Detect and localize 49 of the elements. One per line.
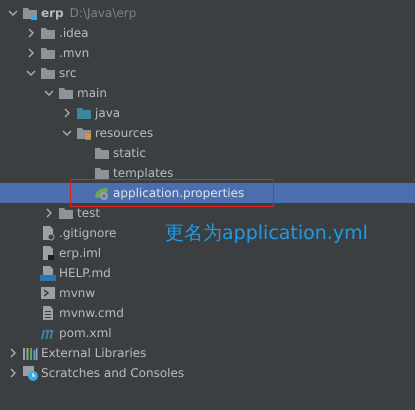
chevron-right-icon[interactable] xyxy=(26,28,36,38)
item-name[interactable]: pom.xml xyxy=(59,326,112,340)
chevron-right-icon[interactable] xyxy=(26,48,36,58)
libraries-icon xyxy=(22,345,38,361)
item-name[interactable]: templates xyxy=(113,166,174,180)
folder-icon xyxy=(76,105,92,121)
scratch-clock-icon xyxy=(22,365,38,381)
folder-icon xyxy=(58,85,74,101)
folder-icon xyxy=(94,165,110,181)
folder-icon xyxy=(40,25,56,41)
item-name[interactable]: java xyxy=(95,106,120,120)
file-icon xyxy=(40,225,56,241)
chevron-right-icon[interactable] xyxy=(8,348,18,358)
item-path: D:\Java\erp xyxy=(70,6,136,20)
folder-icon xyxy=(76,125,92,141)
item-name[interactable]: .idea xyxy=(59,26,89,40)
item-name[interactable]: erp.iml xyxy=(59,246,102,260)
chevron-down-icon[interactable] xyxy=(26,68,36,78)
file-icon xyxy=(40,265,56,281)
item-name[interactable]: Scratches and Consoles xyxy=(41,366,184,380)
item-name[interactable]: src xyxy=(59,66,77,80)
item-name[interactable]: mvnw.cmd xyxy=(59,306,124,320)
item-name[interactable]: static xyxy=(113,146,146,160)
item-name[interactable]: application.properties xyxy=(113,186,244,200)
chevron-right-icon[interactable] xyxy=(44,208,54,218)
chevron-right-icon[interactable] xyxy=(62,108,72,118)
folder-icon xyxy=(94,145,110,161)
terminal-icon xyxy=(40,285,56,301)
item-name[interactable]: test xyxy=(77,206,100,220)
item-name[interactable]: erp xyxy=(41,6,64,20)
item-name[interactable]: mvnw xyxy=(59,286,96,300)
folder-icon xyxy=(58,205,74,221)
item-name[interactable]: .mvn xyxy=(59,46,90,60)
item-name[interactable]: resources xyxy=(95,126,154,140)
item-name[interactable]: .gitignore xyxy=(59,226,116,240)
folder-icon xyxy=(40,45,56,61)
chevron-down-icon[interactable] xyxy=(62,128,72,138)
leaf-gear-icon xyxy=(94,185,110,201)
folder-icon xyxy=(40,65,56,81)
file-icon xyxy=(40,245,56,261)
annotation-text: 更名为application.yml xyxy=(165,222,368,244)
item-name[interactable]: External Libraries xyxy=(41,346,146,360)
chevron-right-icon[interactable] xyxy=(8,368,18,378)
item-name[interactable]: HELP.md xyxy=(59,266,111,280)
folder-icon xyxy=(22,5,38,21)
chevron-down-icon[interactable] xyxy=(44,88,54,98)
chevron-down-icon[interactable] xyxy=(8,8,18,18)
item-name[interactable]: main xyxy=(77,86,107,100)
file-icon xyxy=(40,305,56,321)
